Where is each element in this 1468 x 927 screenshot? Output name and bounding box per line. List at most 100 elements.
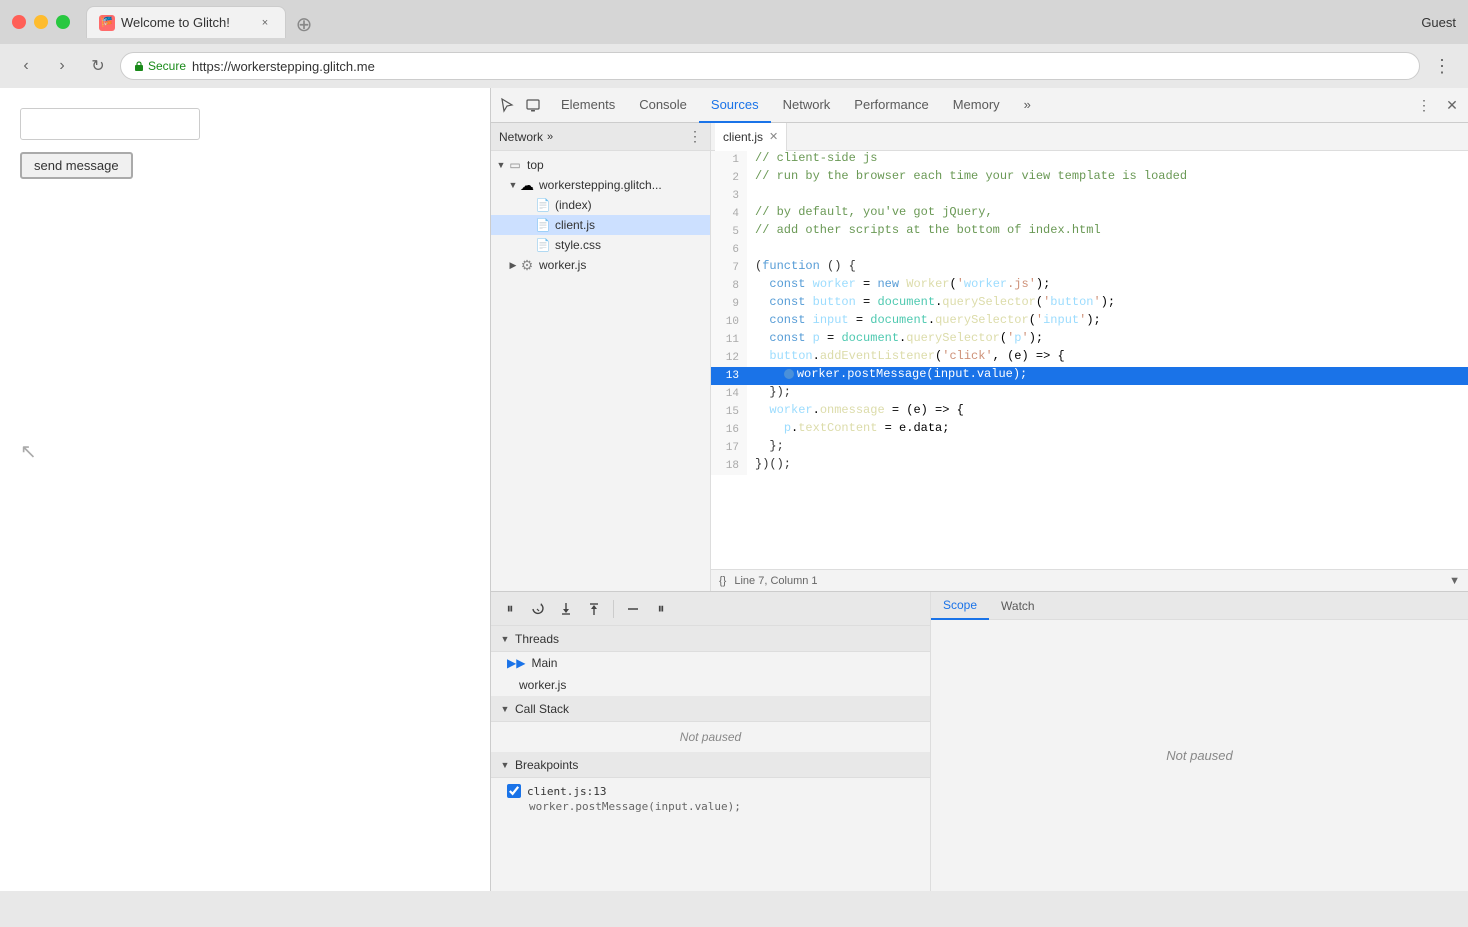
line-number: 12	[711, 349, 747, 367]
tree-item-worker[interactable]: ▶ ⚙ worker.js	[491, 255, 710, 275]
worker-icon: ⚙	[519, 257, 535, 273]
tree-item-workerstepping[interactable]: ▼ ☁ workerstepping.glitch...	[491, 175, 710, 195]
deactivate-breakpoints-button[interactable]	[622, 598, 644, 620]
code-line-16[interactable]: 16 p.textContent = e.data;	[711, 421, 1468, 439]
step-out-button[interactable]	[583, 598, 605, 620]
line-number: 1	[711, 151, 747, 169]
scope-tab-bar: Scope Watch	[931, 592, 1468, 620]
tree-arrow-worker: ▶	[507, 260, 519, 271]
line-content: });	[747, 385, 1468, 403]
tree-item-client[interactable]: ▶ 📄 client.js	[491, 215, 710, 235]
devtools-inspect-icon[interactable]	[495, 93, 519, 117]
title-bar: 🎏 Welcome to Glitch! × ⊕ Guest	[0, 0, 1468, 44]
line-content: worker.onmessage = (e) => {	[747, 403, 1468, 421]
breakpoint-item[interactable]: client.js:13	[507, 784, 914, 798]
code-tab-close-button[interactable]: ✕	[769, 130, 778, 143]
devtools-main: Network » ⋮ ▼ ▭ top ▼	[491, 123, 1468, 591]
message-input[interactable]	[20, 108, 200, 140]
breakpoints-section-header[interactable]: ▼ Breakpoints	[491, 752, 930, 778]
line-number: 16	[711, 421, 747, 439]
pause-resume-button[interactable]: ⏸	[499, 598, 521, 620]
tab-network[interactable]: Network	[771, 88, 843, 123]
line-content: worker.postMessage(input.value);	[747, 367, 1468, 385]
devtools-device-icon[interactable]	[521, 93, 545, 117]
cursor-indicator: ↖	[20, 439, 470, 464]
breakpoints-arrow: ▼	[499, 760, 511, 770]
lock-icon	[133, 60, 145, 72]
line-number: 15	[711, 403, 747, 421]
tree-item-top[interactable]: ▼ ▭ top	[491, 155, 710, 175]
tree-item-style[interactable]: ▶ 📄 style.css	[491, 235, 710, 255]
code-line-14[interactable]: 14 });	[711, 385, 1468, 403]
new-tab-button[interactable]: ⊕	[290, 10, 318, 38]
thread-item-main[interactable]: ▶▶ Main	[491, 652, 930, 674]
tab-more[interactable]: »	[1012, 88, 1043, 123]
folder-icon: ▭	[507, 157, 523, 173]
code-line-1[interactable]: 1// client-side js	[711, 151, 1468, 169]
close-window-button[interactable]	[12, 15, 26, 29]
line-number: 14	[711, 385, 747, 403]
line-number: 13	[711, 367, 747, 385]
main-area: send message ↖ Elements Console Sources …	[0, 88, 1468, 891]
code-line-12[interactable]: 12 button.addEventListener('click', (e) …	[711, 349, 1468, 367]
tree-item-index[interactable]: ▶ 📄 (index)	[491, 195, 710, 215]
code-line-7[interactable]: 7(function () {	[711, 259, 1468, 277]
address-bar[interactable]: Secure https://workerstepping.glitch.me	[120, 52, 1420, 80]
code-line-5[interactable]: 5// add other scripts at the bottom of i…	[711, 223, 1468, 241]
devtools-close-button[interactable]: ✕	[1440, 93, 1464, 117]
devtools-settings-button[interactable]: ⋮	[1412, 93, 1436, 117]
line-content: p.textContent = e.data;	[747, 421, 1468, 439]
scope-tab-scope[interactable]: Scope	[931, 592, 989, 620]
call-stack-arrow: ▼	[499, 704, 511, 714]
minimize-window-button[interactable]	[34, 15, 48, 29]
debug-separator	[613, 600, 614, 618]
tab-close-button[interactable]: ×	[257, 15, 273, 31]
code-line-15[interactable]: 15 worker.onmessage = (e) => {	[711, 403, 1468, 421]
more-options-button[interactable]: ⋮	[1428, 52, 1456, 80]
line-number: 2	[711, 169, 747, 187]
code-line-11[interactable]: 11 const p = document.querySelector('p')…	[711, 331, 1468, 349]
send-message-button[interactable]: send message	[20, 152, 133, 179]
code-line-6[interactable]: 6	[711, 241, 1468, 259]
status-bar-dropdown[interactable]: ▼	[1449, 575, 1460, 587]
url-display: https://workerstepping.glitch.me	[192, 59, 375, 74]
reload-button[interactable]: ↻	[84, 52, 112, 80]
call-stack-section-header[interactable]: ▼ Call Stack	[491, 696, 930, 722]
step-over-button[interactable]	[527, 598, 549, 620]
cursor-icon	[499, 97, 515, 113]
line-content	[747, 187, 1468, 205]
maximize-window-button[interactable]	[56, 15, 70, 29]
code-line-18[interactable]: 18})();	[711, 457, 1468, 475]
scope-tab-watch[interactable]: Watch	[989, 592, 1047, 620]
code-line-13[interactable]: 13 worker.postMessage(input.value);	[711, 367, 1468, 385]
cloud-icon: ☁	[519, 177, 535, 193]
code-line-10[interactable]: 10 const input = document.querySelector(…	[711, 313, 1468, 331]
code-tab-client[interactable]: client.js ✕	[715, 123, 787, 151]
code-line-3[interactable]: 3	[711, 187, 1468, 205]
tab-elements[interactable]: Elements	[549, 88, 627, 123]
secure-badge: Secure	[133, 59, 186, 73]
thread-active-icon: ▶▶	[507, 656, 525, 670]
code-line-2[interactable]: 2// run by the browser each time your vi…	[711, 169, 1468, 187]
code-line-17[interactable]: 17 };	[711, 439, 1468, 457]
pause-on-exceptions-button[interactable]: ⏸	[650, 598, 672, 620]
code-line-9[interactable]: 9 const button = document.querySelector(…	[711, 295, 1468, 313]
threads-section-header[interactable]: ▼ Threads	[491, 626, 930, 652]
code-line-8[interactable]: 8 const worker = new Worker('worker.js')…	[711, 277, 1468, 295]
line-number: 3	[711, 187, 747, 205]
forward-button[interactable]: ›	[48, 52, 76, 80]
step-into-icon	[558, 601, 574, 617]
back-button[interactable]: ‹	[12, 52, 40, 80]
browser-tab[interactable]: 🎏 Welcome to Glitch! ×	[86, 6, 286, 38]
tab-memory[interactable]: Memory	[941, 88, 1012, 123]
code-editor[interactable]: 1// client-side js2// run by the browser…	[711, 151, 1468, 569]
tab-performance[interactable]: Performance	[842, 88, 940, 123]
file-tree-more-button[interactable]: ⋮	[688, 128, 702, 145]
thread-item-worker[interactable]: worker.js	[491, 674, 930, 696]
breakpoint-checkbox[interactable]	[507, 784, 521, 798]
tab-sources[interactable]: Sources	[699, 88, 771, 123]
line-content: })();	[747, 457, 1468, 475]
tab-console[interactable]: Console	[627, 88, 699, 123]
code-line-4[interactable]: 4// by default, you've got jQuery,	[711, 205, 1468, 223]
step-into-button[interactable]	[555, 598, 577, 620]
